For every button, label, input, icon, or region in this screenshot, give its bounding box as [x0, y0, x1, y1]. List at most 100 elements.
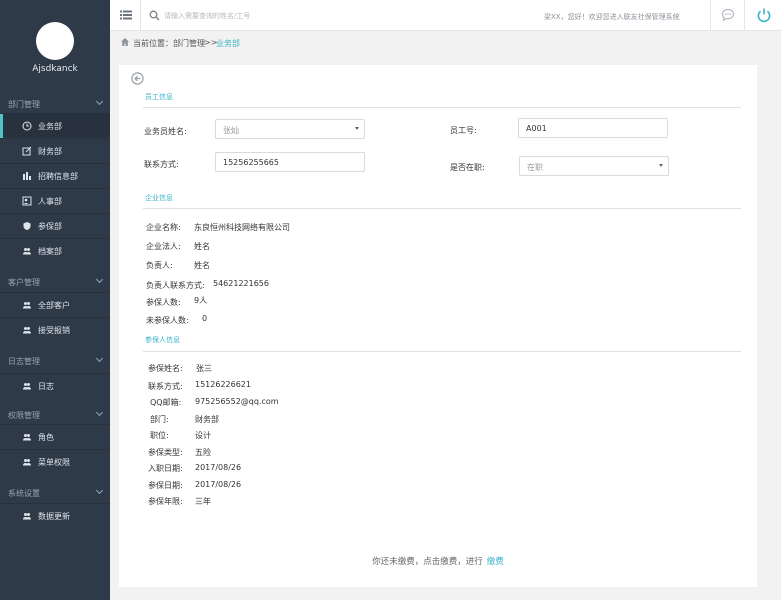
- divider: [143, 208, 741, 209]
- caret-down-icon: [659, 164, 663, 167]
- sidebar-group-settings[interactable]: 系统设置: [0, 484, 110, 502]
- sidebar-item-archive[interactable]: 档案部: [0, 238, 110, 262]
- avatar[interactable]: [36, 22, 74, 60]
- sidebar-group-label: 权限管理: [8, 411, 40, 420]
- back-arrow-icon[interactable]: [131, 72, 144, 85]
- pay-link[interactable]: 缴费: [487, 557, 504, 567]
- divider: [143, 107, 741, 108]
- detail-panel: 员工信息 业务员姓名: 张灿 员工号: A001 联系方式: 152562556…: [119, 65, 757, 587]
- company-name-value: 东良恒州科技网络有限公司: [194, 223, 290, 232]
- edit-icon: [22, 146, 32, 156]
- insured-phone-label: 联系方式:: [148, 382, 183, 391]
- users-icon: [23, 434, 31, 441]
- sidebar-item-roles[interactable]: 角色: [0, 424, 110, 448]
- sidebar-item-log[interactable]: 日志: [0, 373, 110, 397]
- sidebar-item-label: 人事部: [38, 197, 62, 206]
- insured-phone-value: 15126226621: [195, 380, 251, 389]
- chevron-down-icon: [95, 486, 104, 495]
- clock-icon: [22, 121, 32, 131]
- sidebar-item-menu-permissions[interactable]: 菜单权限: [0, 449, 110, 473]
- breadcrumb-section[interactable]: 部门管理: [173, 39, 205, 48]
- sidebar-item-label: 接受报销: [38, 326, 70, 335]
- section-title-insured: 参保人信息: [145, 336, 180, 344]
- sidebar-group-label: 日志管理: [8, 357, 40, 366]
- insured-count-value: 9人: [194, 296, 208, 305]
- sidebar-item-data-update[interactable]: 数据更新: [0, 503, 110, 527]
- section-title-company: 企业信息: [145, 194, 173, 202]
- sidebar-item-recruitment[interactable]: 招聘信息部: [0, 163, 110, 187]
- caret-down-icon: [355, 127, 359, 130]
- uninsured-count-value: 0: [202, 314, 208, 323]
- users-icon: [23, 248, 31, 255]
- manager-phone-label: 负责人联系方式:: [146, 281, 205, 290]
- breadcrumb-current[interactable]: 业务部: [216, 38, 240, 49]
- menu-toggle-icon[interactable]: [120, 9, 132, 21]
- sidebar-item-label: 菜单权限: [38, 458, 70, 467]
- insured-name-label: 参保姓名:: [148, 364, 183, 373]
- divider: [744, 0, 745, 31]
- sidebar-group-label: 客户管理: [8, 278, 40, 287]
- users-icon: [23, 327, 31, 334]
- insured-position-value: 设计: [195, 431, 211, 440]
- shield-icon: [23, 222, 31, 230]
- sidebar-item-all-customers[interactable]: 全部客户: [0, 292, 110, 316]
- sidebar-group-permissions[interactable]: 权限管理: [0, 406, 110, 424]
- sidebar-item-finance[interactable]: 财务部: [0, 138, 110, 162]
- employee-id-field[interactable]: A001: [518, 118, 668, 138]
- power-icon[interactable]: [756, 7, 772, 23]
- salesperson-name-value: 张灿: [223, 126, 239, 135]
- employment-status-label: 是否在职:: [450, 163, 485, 172]
- employment-status-value: 在职: [527, 163, 543, 172]
- breadcrumb-prefix: 当前位置：: [133, 39, 173, 48]
- sidebar-item-insurance[interactable]: 参保部: [0, 213, 110, 237]
- sidebar-item-reimbursement[interactable]: 接受报销: [0, 317, 110, 341]
- message-icon[interactable]: [721, 8, 735, 22]
- sidebar-item-label: 日志: [38, 382, 54, 391]
- sidebar-group-customers[interactable]: 客户管理: [0, 273, 110, 291]
- insured-position-label: 职位:: [150, 431, 169, 440]
- manager-value: 姓名: [194, 261, 210, 270]
- section-title-employee: 员工信息: [145, 93, 173, 101]
- sidebar-item-label: 角色: [38, 433, 54, 442]
- search-input[interactable]: [164, 8, 424, 24]
- insured-email-value: 975256552@qq.com: [195, 397, 279, 406]
- chevron-down-icon: [95, 354, 104, 363]
- company-name-label: 企业名称:: [146, 223, 181, 232]
- username: Ajsdkanck: [32, 64, 78, 74]
- hire-date-value: 2017/08/26: [195, 463, 242, 472]
- employee-id-label: 员工号:: [450, 126, 477, 135]
- insured-email-label: QQ邮箱:: [150, 398, 182, 407]
- chevron-down-icon: [95, 97, 104, 106]
- sidebar-item-label: 数据更新: [38, 512, 70, 521]
- id-card-icon: [22, 196, 32, 206]
- divider: [143, 351, 741, 352]
- sidebar-item-sales[interactable]: 业务部: [0, 113, 110, 138]
- insured-department-value: 财务部: [195, 415, 219, 424]
- salesperson-name-select[interactable]: 张灿: [215, 119, 365, 139]
- employment-status-select[interactable]: 在职: [519, 156, 669, 176]
- sidebar-item-label: 参保部: [38, 222, 62, 231]
- sidebar-item-label: 业务部: [38, 122, 62, 131]
- phone-value: 15256255665: [223, 158, 279, 167]
- payment-notice: 你还未缴费，点击缴费，进行 缴费: [119, 555, 757, 567]
- phone-field[interactable]: 15256255665: [215, 152, 365, 172]
- home-icon: [121, 38, 129, 46]
- payment-notice-text: 你还未缴费，点击缴费，进行: [372, 557, 483, 567]
- uninsured-count-label: 未参保人数:: [146, 316, 189, 325]
- legal-rep-value: 姓名: [194, 242, 210, 251]
- chevron-down-icon: [95, 408, 104, 417]
- sidebar-group-label: 部门管理: [8, 100, 40, 109]
- manager-label: 负责人:: [146, 261, 173, 270]
- insured-date-value: 2017/08/26: [195, 480, 242, 489]
- sidebar-item-label: 档案部: [38, 247, 62, 256]
- divider: [710, 0, 711, 31]
- sidebar-item-label: 招聘信息部: [38, 172, 78, 181]
- sidebar-group-logs[interactable]: 日志管理: [0, 352, 110, 370]
- chart-icon: [23, 172, 31, 180]
- users-icon: [23, 302, 31, 309]
- search-icon: [149, 10, 160, 21]
- manager-phone-value: 54621221656: [213, 279, 269, 288]
- salesperson-name-label: 业务员姓名:: [144, 127, 187, 136]
- sidebar-group-department[interactable]: 部门管理: [0, 95, 110, 113]
- sidebar-item-hr[interactable]: 人事部: [0, 188, 110, 212]
